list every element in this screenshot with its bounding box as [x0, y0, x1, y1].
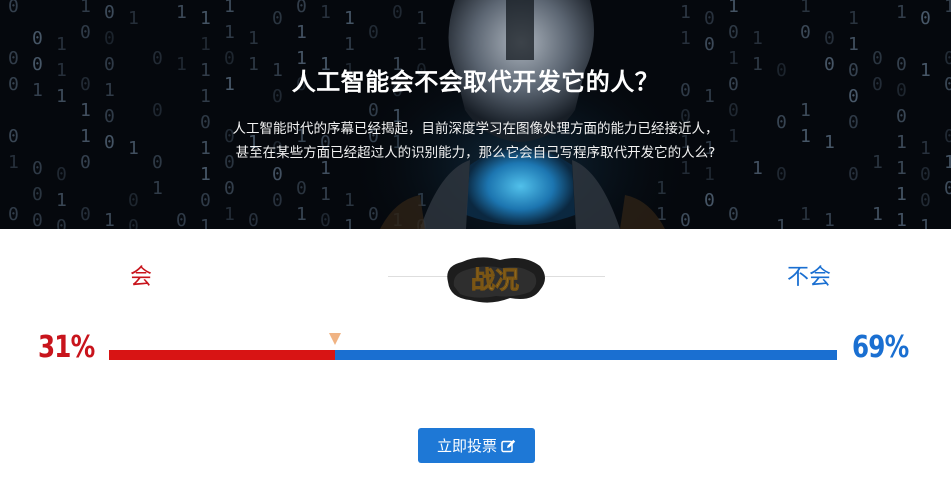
vote-progress-bar [109, 350, 837, 360]
yes-label[interactable]: 会 [130, 259, 152, 291]
page-title: 人工智能会不会取代开发它的人？ [291, 68, 660, 96]
battle-status-badge: 战况 [447, 257, 545, 303]
hero-banner: 0000100010001110101001100000100111000001… [0, 0, 951, 229]
no-percent: 69% [852, 330, 909, 365]
vote-now-button[interactable]: 立即投票 [418, 428, 535, 463]
description-line: 人工智能时代的序幕已经揭起，目前深度学习在图像处理方面的能力已经接近人， [232, 121, 719, 137]
description-line: 甚至在某些方面已经超过人的识别能力，那么它会自己写程序取代开发它的人么? [235, 145, 716, 161]
split-marker-icon [329, 333, 341, 345]
vote-button-label: 立即投票 [436, 437, 497, 455]
badge-text: 战况 [471, 265, 519, 294]
yes-percent: 31% [38, 330, 95, 365]
robot-image [330, 0, 710, 229]
yes-progress-fill [109, 350, 335, 360]
edit-icon [501, 439, 516, 452]
hero-description: 人工智能时代的序幕已经揭起，目前深度学习在图像处理方面的能力已经接近人， 甚至在… [200, 117, 751, 165]
no-label[interactable]: 不会 [787, 259, 831, 291]
